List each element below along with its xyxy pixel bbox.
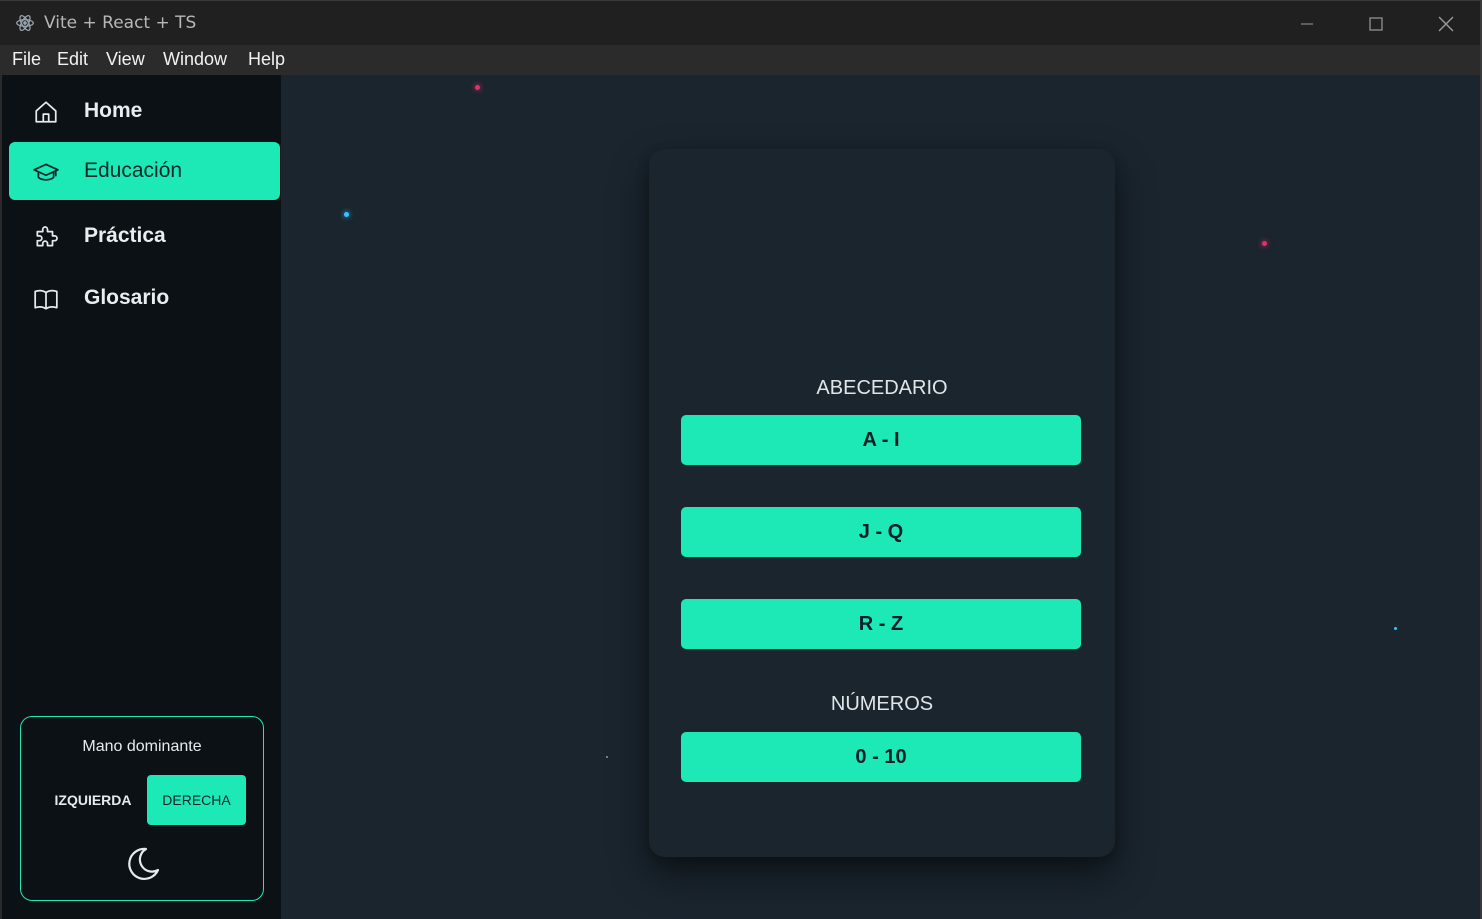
electron-app-icon bbox=[16, 15, 34, 31]
home-icon bbox=[35, 101, 57, 123]
decorative-star bbox=[1394, 627, 1397, 630]
main-content: ABECEDARIO A - I J - Q R - Z NÚMEROS 0 -… bbox=[281, 75, 1480, 919]
minimize-button[interactable] bbox=[1272, 1, 1342, 46]
category-card: ABECEDARIO A - I J - Q R - Z NÚMEROS 0 -… bbox=[649, 149, 1115, 857]
range-button-r-z[interactable]: R - Z bbox=[681, 599, 1081, 649]
decorative-star bbox=[344, 212, 349, 217]
menu-view[interactable]: View bbox=[106, 49, 145, 70]
alphabet-title: ABECEDARIO bbox=[816, 377, 948, 399]
decorative-star bbox=[1262, 241, 1267, 246]
maximize-icon bbox=[1369, 16, 1383, 31]
close-icon bbox=[1438, 16, 1454, 31]
sidebar-item-label: Educación bbox=[84, 159, 183, 182]
moon-icon[interactable] bbox=[122, 844, 162, 884]
graduation-cap-icon bbox=[33, 163, 59, 181]
left-hand-button[interactable]: IZQUIERDA bbox=[43, 775, 143, 825]
sidebar-item-label: Práctica bbox=[84, 224, 166, 247]
sidebar-item-glosario[interactable]: Glosario bbox=[9, 269, 280, 327]
range-button-a-i[interactable]: A - I bbox=[681, 415, 1081, 465]
menu-bar: File Edit View Window Help bbox=[0, 45, 1482, 75]
sidebar-item-label: Home bbox=[84, 99, 143, 122]
menu-edit[interactable]: Edit bbox=[57, 49, 88, 70]
puzzle-icon bbox=[36, 226, 58, 247]
title-bar: Vite + React + TS bbox=[0, 0, 1482, 45]
sidebar-item-home[interactable]: Home bbox=[9, 82, 280, 140]
maximize-button[interactable] bbox=[1341, 1, 1411, 46]
numbers-title: NÚMEROS bbox=[830, 693, 934, 715]
sidebar-item-label: Glosario bbox=[84, 286, 170, 309]
book-icon bbox=[34, 289, 58, 310]
menu-window[interactable]: Window bbox=[163, 49, 227, 70]
sidebar-item-practica[interactable]: Práctica bbox=[9, 207, 280, 265]
range-button-0-10[interactable]: 0 - 10 bbox=[681, 732, 1081, 782]
decorative-star bbox=[475, 85, 480, 90]
dominant-hand-title: Mano dominante bbox=[82, 738, 202, 755]
menu-help[interactable]: Help bbox=[248, 49, 285, 70]
minimize-icon bbox=[1301, 23, 1313, 24]
close-button[interactable] bbox=[1411, 1, 1481, 46]
decorative-star bbox=[606, 756, 608, 758]
right-hand-button[interactable]: DERECHA bbox=[147, 775, 246, 825]
window-title: Vite + React + TS bbox=[44, 13, 197, 33]
menu-file[interactable]: File bbox=[12, 49, 41, 70]
dominant-hand-panel: Mano dominante IZQUIERDA DERECHA bbox=[20, 716, 264, 901]
range-button-j-q[interactable]: J - Q bbox=[681, 507, 1081, 557]
sidebar-item-educacion[interactable]: Educación bbox=[9, 142, 280, 200]
